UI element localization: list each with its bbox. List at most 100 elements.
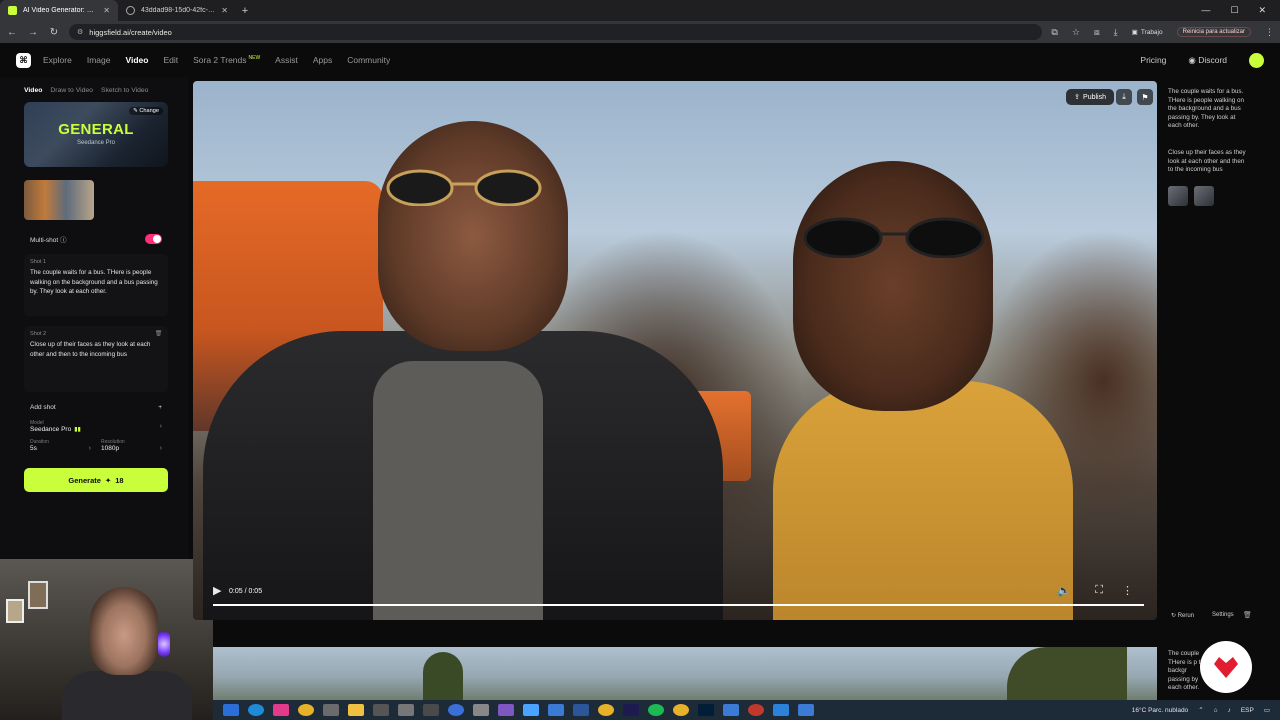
chrome-icon[interactable] xyxy=(298,704,314,716)
more-options-icon[interactable]: ⋮ xyxy=(1122,584,1133,597)
outlook-icon[interactable] xyxy=(223,704,239,716)
rerun-button[interactable]: ↻ Rerun xyxy=(1171,612,1194,619)
video-player[interactable]: ⇪ Publish ⤓ ⚑ ▶ 0:05 / 0:05 🔈 ⛶ ⋮ xyxy=(193,81,1157,620)
nav-image[interactable]: Image xyxy=(87,55,111,65)
app-icon[interactable] xyxy=(548,704,564,716)
bookmark-star-icon[interactable]: ☆ xyxy=(1072,27,1080,38)
app-icon[interactable] xyxy=(773,704,789,716)
nav-explore[interactable]: Explore xyxy=(43,55,72,65)
app-icon[interactable] xyxy=(448,704,464,716)
history-reference-thumb[interactable] xyxy=(1194,186,1214,206)
history-reference-thumb[interactable] xyxy=(1168,186,1188,206)
profile-chip[interactable]: ▣ Trabajo xyxy=(1132,28,1163,37)
app-icon[interactable] xyxy=(373,704,389,716)
tab-video[interactable]: Video xyxy=(24,87,42,94)
reload-icon[interactable]: ↻ xyxy=(48,27,60,38)
nav-sora-trends[interactable]: Sora 2 Trends NEW xyxy=(193,55,260,65)
tab-draw-to-video[interactable]: Draw to Video xyxy=(50,87,93,94)
pricing-link[interactable]: Pricing xyxy=(1140,55,1166,65)
profile-label: Trabajo xyxy=(1140,28,1163,36)
calendar-icon[interactable] xyxy=(423,704,439,716)
browser-tab-active[interactable]: AI Video Generator: Create st... ✕ xyxy=(0,0,118,21)
file-explorer-icon[interactable] xyxy=(348,704,364,716)
tab-sketch-to-video[interactable]: Sketch to Video xyxy=(101,87,149,94)
rerun-icon: ↻ xyxy=(1171,613,1178,619)
shot-prompt[interactable]: Close up of their faces as they look at … xyxy=(30,340,162,359)
multishot-toggle[interactable] xyxy=(145,234,162,244)
preset-subtitle: Seedance Pro xyxy=(76,140,116,146)
info-icon[interactable]: ⓘ xyxy=(60,237,67,244)
nav-edit[interactable]: Edit xyxy=(163,55,178,65)
app-icon[interactable] xyxy=(798,704,814,716)
downloads-icon[interactable]: ⤓ xyxy=(1114,27,1118,38)
reference-image-thumbnail[interactable] xyxy=(24,180,94,220)
edge-icon[interactable] xyxy=(248,704,264,716)
update-button[interactable]: Reinicia para actualizar xyxy=(1176,27,1251,37)
site-info-icon[interactable]: ⚙ xyxy=(77,28,83,36)
chat-widget-button[interactable] xyxy=(1200,641,1252,693)
language-indicator[interactable]: ESP xyxy=(1241,707,1254,714)
address-bar[interactable]: ⚙ higgsfield.ai/create/video xyxy=(69,24,1043,40)
fullscreen-icon[interactable]: ⛶ xyxy=(1095,584,1103,597)
resolution-selector[interactable]: Resolution 1080p › xyxy=(101,439,162,452)
chrome-icon[interactable] xyxy=(673,704,689,716)
generate-button[interactable]: Generate ✦ 18 xyxy=(24,468,168,492)
publish-button[interactable]: ⇪ Publish xyxy=(1066,89,1114,105)
spotify-icon[interactable] xyxy=(648,704,664,716)
extensions-icon[interactable]: ⧈ xyxy=(1094,27,1100,38)
word-icon[interactable] xyxy=(573,704,589,716)
app-icon[interactable] xyxy=(323,704,339,716)
notifications-icon[interactable]: ▭ xyxy=(1264,706,1270,714)
shot-prompt[interactable]: The couple waits for a bus. THere is peo… xyxy=(30,268,162,297)
maximize-icon[interactable]: ☐ xyxy=(1230,5,1238,16)
shot-card-2[interactable]: Shot 2 🗑 Close up of their faces as they … xyxy=(24,326,168,392)
new-tab-button[interactable]: + xyxy=(236,5,254,17)
app-icon[interactable] xyxy=(723,704,739,716)
app-icon[interactable] xyxy=(273,704,289,716)
nav-assist[interactable]: Assist xyxy=(275,55,298,65)
volume-icon[interactable]: ♪ xyxy=(1228,707,1231,714)
model-selector[interactable]: Model Seedance Pro ▮▮ › xyxy=(24,420,168,433)
nav-apps[interactable]: Apps xyxy=(313,55,332,65)
nav-video[interactable]: Video xyxy=(125,55,148,65)
higgsfield-logo-icon[interactable]: ⌘ xyxy=(16,52,31,68)
photoshop-icon[interactable] xyxy=(698,704,714,716)
back-icon[interactable]: ← xyxy=(6,27,18,38)
install-app-icon[interactable]: ⧉ xyxy=(1051,27,1057,38)
bookmark-icon[interactable]: ⚑ xyxy=(1137,89,1153,105)
browser-tab[interactable]: 43ddad98-15d0-42fc-a2fb-7b8... ✕ xyxy=(118,0,236,21)
premiere-icon[interactable] xyxy=(623,704,639,716)
add-shot-button[interactable]: Add shot + xyxy=(24,400,168,414)
app-icon[interactable] xyxy=(523,704,539,716)
trash-icon[interactable]: 🗑 xyxy=(1243,611,1252,619)
tray-arrow-icon[interactable]: ⌃ xyxy=(1198,706,1203,714)
wall-picture xyxy=(6,599,24,623)
close-window-icon[interactable]: ✕ xyxy=(1258,5,1266,16)
close-tab-icon[interactable]: ✕ xyxy=(221,6,228,15)
window-controls: — ☐ ✕ xyxy=(1201,5,1280,16)
volume-icon[interactable]: 🔈 xyxy=(1057,584,1071,597)
discord-link[interactable]: ◉ Discord xyxy=(1188,55,1227,66)
change-preset-button[interactable]: ✎ Change xyxy=(129,107,163,115)
shot-card-1[interactable]: Shot 1 The couple waits for a bus. THere… xyxy=(24,254,168,316)
progress-bar[interactable] xyxy=(213,604,1144,606)
network-icon[interactable]: ⌂ xyxy=(1214,707,1218,714)
app-icon[interactable] xyxy=(473,704,489,716)
avatar[interactable] xyxy=(1249,52,1264,68)
chrome-icon[interactable] xyxy=(598,704,614,716)
close-tab-icon[interactable]: ✕ xyxy=(103,6,110,15)
delete-shot-icon[interactable]: 🗑 xyxy=(155,331,162,337)
settings-button[interactable]: Settings xyxy=(1212,612,1234,618)
duration-selector[interactable]: Duration 5s › xyxy=(30,439,91,452)
menu-kebab-icon[interactable]: ⋮ xyxy=(1265,27,1274,38)
app-icon[interactable] xyxy=(498,704,514,716)
preset-card[interactable]: ✎ Change GENERAL Seedance Pro xyxy=(24,102,168,167)
app-icon[interactable] xyxy=(748,704,764,716)
nav-community[interactable]: Community xyxy=(347,55,390,65)
app-icon[interactable] xyxy=(398,704,414,716)
play-icon[interactable]: ▶ xyxy=(213,584,221,597)
weather-text[interactable]: 16°C Parc. nublado xyxy=(1132,707,1188,714)
download-icon[interactable]: ⤓ xyxy=(1116,89,1132,105)
forward-icon[interactable]: → xyxy=(27,27,39,38)
minimize-icon[interactable]: — xyxy=(1201,5,1210,16)
